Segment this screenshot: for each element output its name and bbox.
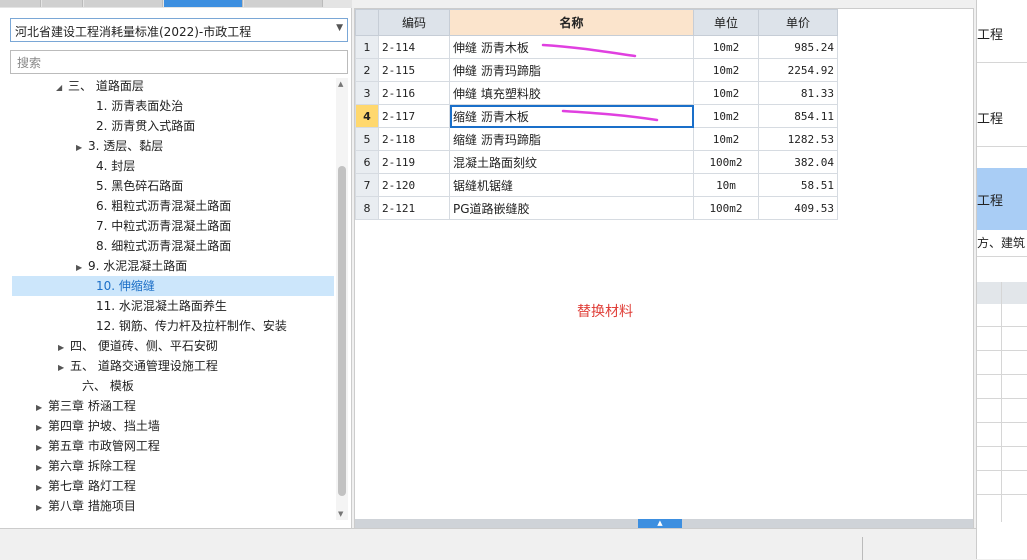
tree-node[interactable]: 7. 中粒式沥青混凝土路面 xyxy=(84,216,231,236)
tree-scrollbar[interactable]: ▲ ▼ xyxy=(336,78,348,520)
tree-node-label: 7. 中粒式沥青混凝土路面 xyxy=(96,219,232,233)
right-panel-text: 工程 xyxy=(977,112,1004,127)
right-panel-text: 方、建筑 xyxy=(977,236,1026,250)
tree-node-label: 五、 道路交通管理设施工程 xyxy=(70,359,218,373)
tree-node-label: 2. 沥青贯入式路面 xyxy=(96,119,196,133)
tab-segment[interactable] xyxy=(84,0,163,7)
tree-node[interactable]: ▶ 3. 透层、黏层 xyxy=(76,136,163,156)
tab-segment[interactable] xyxy=(42,0,83,7)
grid-line xyxy=(977,374,1027,375)
tree-node-label: 第四章 护坡、挡土墙 xyxy=(48,419,160,433)
status-bar xyxy=(0,528,976,560)
tree-node[interactable]: ▶ 四、 便道砖、侧、平石安砌 xyxy=(58,336,218,356)
tree-node-label: 5. 黑色碎石路面 xyxy=(96,179,184,193)
annotation-stroke-row4 xyxy=(561,109,659,122)
search-input[interactable] xyxy=(15,52,339,74)
tree-node[interactable]: ▶ 第六章 拆除工程 xyxy=(36,456,136,476)
tree-node-label: 4. 封层 xyxy=(96,159,136,173)
divider xyxy=(977,62,1027,63)
quota-list-panel: 编码 名称 单位 单价 1 2-114 伸缝 沥青木板 10m2 985.24 2 2-11… xyxy=(354,8,974,528)
scroll-up-icon[interactable]: ▲ xyxy=(338,80,343,88)
splitter-bar[interactable]: ▲ xyxy=(355,519,973,528)
expand-toggle-icon[interactable]: ▶ xyxy=(36,418,48,438)
tree-node[interactable]: 8. 细粒式沥青混凝土路面 xyxy=(84,236,231,256)
replace-material-label[interactable]: 替换材料 xyxy=(577,301,633,321)
grid-line xyxy=(977,350,1027,351)
search-box[interactable] xyxy=(10,50,348,74)
tree-node-label: 第三章 桥涵工程 xyxy=(48,399,136,413)
tree-node-label: 12. 钢筋、传力杆及拉杆制作、安装 xyxy=(96,319,287,333)
library-select[interactable]: 河北省建设工程消耗量标准(2022)-市政工程 ▼ xyxy=(10,18,348,42)
grid-line xyxy=(977,398,1027,399)
tab-segment[interactable] xyxy=(0,0,41,7)
divider xyxy=(977,256,1027,257)
annotation-stroke-row1 xyxy=(541,43,637,58)
divider xyxy=(862,537,863,560)
expand-toggle-icon[interactable]: ▶ xyxy=(76,258,88,278)
tree-node[interactable]: ◢ 三、 道路面层 xyxy=(56,76,144,96)
scrollbar-thumb[interactable] xyxy=(338,166,346,496)
expand-toggle-icon[interactable]: ▶ xyxy=(36,398,48,418)
tree-node-label: 第七章 路灯工程 xyxy=(48,479,136,493)
tree-node-label: 三、 道路面层 xyxy=(68,79,144,93)
tree-node[interactable]: 六、 模板 xyxy=(70,376,134,396)
tree-node-label: 第六章 拆除工程 xyxy=(48,459,136,473)
right-panel: 工程 工程 工程 方、建筑 xyxy=(976,0,1027,559)
expand-toggle-icon[interactable]: ▶ xyxy=(36,458,48,478)
grid-line xyxy=(977,470,1027,471)
tree-node-label: 3. 透层、黏层 xyxy=(88,139,164,153)
expand-toggle-icon[interactable]: ▶ xyxy=(36,478,48,498)
collapse-toggle-icon[interactable]: ◢ xyxy=(56,78,68,98)
tree-node-label: 第八章 措施项目 xyxy=(48,499,136,513)
grid-line xyxy=(977,446,1027,447)
tree-node-label: 6. 粗粒式沥青混凝土路面 xyxy=(96,199,232,213)
library-select-value: 河北省建设工程消耗量标准(2022)-市政工程 xyxy=(15,25,252,39)
tree-node-label: 1. 沥青表面处治 xyxy=(96,99,184,113)
tree-node[interactable]: ▶ 五、 道路交通管理设施工程 xyxy=(58,356,218,376)
tree-node[interactable]: 4. 封层 xyxy=(84,156,135,176)
grid-line xyxy=(977,422,1027,423)
tree-node[interactable]: 6. 粗粒式沥青混凝土路面 xyxy=(84,196,231,216)
tree-node[interactable]: 11. 水泥混凝土路面养生 xyxy=(84,296,227,316)
grid-line xyxy=(1001,282,1002,522)
tree-node-label: 11. 水泥混凝土路面养生 xyxy=(96,299,227,313)
tab-segment-active[interactable] xyxy=(164,0,243,7)
chevron-down-icon[interactable]: ▼ xyxy=(336,23,343,33)
tree-node-label: 10. 伸缩缝 xyxy=(96,279,155,293)
tree-node-label: 第五章 市政管网工程 xyxy=(48,439,160,453)
grid-line xyxy=(977,494,1027,495)
tree-node[interactable]: ▶ 第七章 路灯工程 xyxy=(36,476,136,496)
scroll-down-icon[interactable]: ▼ xyxy=(338,510,343,518)
tab-segment[interactable] xyxy=(244,0,323,7)
tree-node-label: 9. 水泥混凝土路面 xyxy=(88,259,188,273)
chevron-up-icon[interactable]: ▲ xyxy=(638,519,682,528)
expand-toggle-icon[interactable]: ▶ xyxy=(58,338,70,358)
expand-toggle-icon[interactable]: ▶ xyxy=(36,438,48,458)
tree-node[interactable]: 1. 沥青表面处治 xyxy=(84,96,183,116)
right-grid-header xyxy=(977,282,1027,304)
top-tab-strip xyxy=(0,0,352,8)
tree-node[interactable]: 2. 沥青贯入式路面 xyxy=(84,116,195,136)
tree-node[interactable]: ▶ 第四章 护坡、挡土墙 xyxy=(36,416,160,436)
right-panel-selected[interactable]: 工程 xyxy=(977,168,1027,230)
right-panel-text: 工程 xyxy=(977,28,1004,43)
tree-node[interactable]: ▶ 第八章 措施项目 xyxy=(36,496,136,516)
grid-line xyxy=(977,326,1027,327)
expand-toggle-icon[interactable]: ▶ xyxy=(58,358,70,378)
tree-node-label: 四、 便道砖、侧、平石安砌 xyxy=(70,339,218,353)
quota-tree: ◢ 三、 道路面层 1. 沥青表面处治 2. 沥青贯入式路面 ▶ 3. 透层、黏层 4. 封… xyxy=(0,76,335,520)
tree-node-label: 六、 模板 xyxy=(82,379,134,393)
expand-toggle-icon[interactable]: ▶ xyxy=(76,138,88,158)
tree-node[interactable]: 12. 钢筋、传力杆及拉杆制作、安装 xyxy=(84,316,287,336)
annotation-strokes xyxy=(541,43,659,122)
tree-node-label: 8. 细粒式沥青混凝土路面 xyxy=(96,239,232,253)
tree-node[interactable]: 5. 黑色碎石路面 xyxy=(84,176,183,196)
tree-node[interactable]: ▶ 第三章 桥涵工程 xyxy=(36,396,136,416)
right-panel-text: 工程 xyxy=(977,194,1004,209)
expand-toggle-icon[interactable]: ▶ xyxy=(36,498,48,518)
tree-node[interactable]: ▶ 第五章 市政管网工程 xyxy=(36,436,160,456)
tree-node[interactable]: ▶ 9. 水泥混凝土路面 xyxy=(76,256,187,276)
tree-node[interactable]: 10. 伸缩缝 xyxy=(12,276,334,296)
divider xyxy=(977,146,1027,147)
